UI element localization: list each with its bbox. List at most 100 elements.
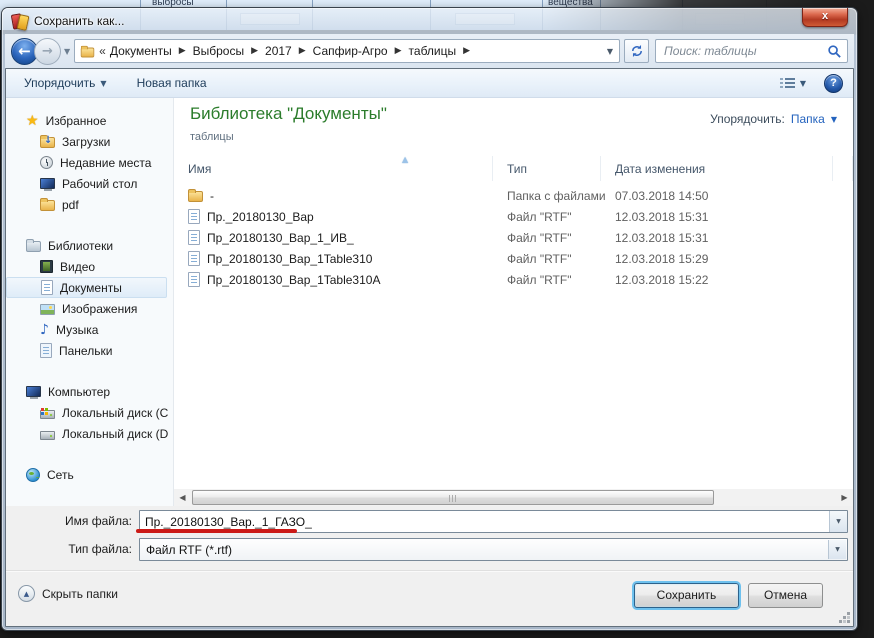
file-row[interactable]: Пр_20180130_Вар_1Table310A Файл "RTF" 12…: [174, 269, 853, 290]
chevron-down-icon: ▼: [831, 115, 837, 124]
title-bar[interactable]: Сохранить как... x: [2, 8, 857, 34]
address-bar[interactable]: « Документы ▶ Выбросы ▶ 2017 ▶ Сапфир-Аг…: [74, 39, 620, 63]
window-title: Сохранить как...: [34, 14, 124, 28]
navigation-bar: ← → ▼ « Документы ▶ Выбросы ▶ 2017 ▶ Сап…: [5, 34, 854, 68]
sidebar-item-documents[interactable]: Документы: [6, 277, 167, 298]
refresh-button[interactable]: [624, 39, 649, 63]
item-label: Локальный диск (D: [62, 427, 168, 441]
command-toolbar: Упорядочить ▼ Новая папка ▼ ?: [6, 69, 853, 98]
history-dropdown-icon[interactable]: ▼: [64, 47, 70, 56]
column-header-name[interactable]: Имя: [174, 156, 493, 181]
address-dropdown-icon[interactable]: ▼: [607, 47, 613, 56]
disk-icon: [40, 431, 55, 440]
cancel-button[interactable]: Отмена: [748, 583, 823, 608]
library-subtitle: таблицы: [190, 131, 234, 143]
filename-dropdown-button[interactable]: [829, 511, 847, 532]
file-row[interactable]: Пр._20180130_Вар Файл "RTF" 12.03.2018 1…: [174, 206, 853, 227]
sidebar-item-pictures[interactable]: Изображения: [6, 298, 173, 319]
help-button[interactable]: ?: [824, 74, 843, 93]
scroll-left-arrow-icon[interactable]: ◀: [174, 489, 191, 506]
forward-button[interactable]: →: [34, 38, 61, 65]
sidebar-item-panels[interactable]: Панельки: [6, 340, 173, 361]
file-type: Файл "RTF": [507, 273, 615, 287]
breadcrumb-item[interactable]: Сапфир-Агро: [313, 44, 388, 58]
sidebar-item-desktop[interactable]: Рабочий стол: [6, 173, 173, 194]
item-label: pdf: [62, 198, 79, 212]
file-name: Пр_20180130_Вар_1Table310: [207, 252, 372, 266]
folder-icon: [81, 47, 95, 57]
close-button[interactable]: x: [802, 8, 848, 27]
sidebar-section-network[interactable]: Сеть: [6, 464, 173, 485]
file-name-section: Имя файла: Тип файла: Файл RTF (*.rtf): [6, 506, 853, 570]
section-label: Компьютер: [48, 385, 110, 399]
star-icon: [26, 113, 39, 129]
breadcrumb-item[interactable]: Выбросы: [193, 44, 244, 58]
save-button[interactable]: Сохранить: [634, 583, 739, 608]
arrange-by-control[interactable]: Упорядочить: Папка ▼: [710, 112, 837, 126]
file-name: Пр_20180130_Вар_1_ИВ_: [207, 231, 354, 245]
scroll-right-arrow-icon[interactable]: ▶: [836, 489, 853, 506]
column-label: Имя: [188, 162, 211, 176]
sidebar-section-favorites[interactable]: Избранное: [6, 110, 173, 131]
column-header-type[interactable]: Тип: [493, 156, 601, 181]
filetype-select[interactable]: Файл RTF (*.rtf): [139, 538, 848, 561]
file-row[interactable]: Пр_20180130_Вар_1Table310 Файл "RTF" 12.…: [174, 248, 853, 269]
chevron-down-icon: ▼: [800, 79, 806, 88]
sidebar-item-recent-places[interactable]: Недавние места: [6, 152, 173, 173]
annotation-red-underline: [136, 529, 297, 533]
column-header-extra[interactable]: [833, 156, 853, 181]
sidebar-section-computer[interactable]: Компьютер: [6, 381, 173, 402]
breadcrumb-item[interactable]: 2017: [265, 44, 292, 58]
dialog-client-area: Упорядочить ▼ Новая папка ▼ ? Избранное: [5, 68, 854, 627]
column-header-date[interactable]: Дата изменения: [601, 156, 833, 181]
sidebar-item-video[interactable]: Видео: [6, 256, 173, 277]
breadcrumb-item[interactable]: таблицы: [409, 44, 457, 58]
item-label: Видео: [60, 260, 95, 274]
breadcrumb-item[interactable]: Документы: [110, 44, 172, 58]
scrollbar-thumb[interactable]: [192, 490, 714, 505]
chevron-right-icon[interactable]: ▶: [179, 46, 186, 56]
file-row[interactable]: - Папка с файлами 07.03.2018 14:50: [174, 185, 853, 206]
chevron-right-icon[interactable]: ▶: [299, 46, 306, 56]
filetype-dropdown-button[interactable]: [828, 540, 846, 559]
sidebar-item-music[interactable]: Музыка: [6, 319, 173, 340]
file-date: 12.03.2018 15:31: [615, 231, 853, 245]
item-label: Рабочий стол: [62, 177, 137, 191]
views-icon: [780, 77, 795, 89]
sidebar-item-local-disk-c[interactable]: Локальный диск (C: [6, 402, 173, 423]
filename-label: Имя файла:: [6, 514, 132, 528]
resize-grip[interactable]: [847, 620, 850, 623]
arrange-value[interactable]: Папка: [791, 112, 825, 126]
file-name: -: [210, 189, 214, 203]
search-icon[interactable]: [827, 44, 842, 59]
sort-ascending-icon[interactable]: ▲: [402, 155, 408, 164]
file-list-pane: Библиотека "Документы" таблицы Упорядочи…: [174, 98, 853, 506]
organize-menu-button[interactable]: Упорядочить ▼: [16, 73, 115, 93]
sidebar-item-downloads[interactable]: Загрузки: [6, 131, 173, 152]
file-type: Папка с файлами: [507, 189, 615, 203]
change-view-button[interactable]: ▼: [772, 74, 814, 92]
scrollbar-track[interactable]: [191, 489, 836, 506]
chevron-right-icon[interactable]: ▶: [395, 46, 402, 56]
file-row[interactable]: Пр_20180130_Вар_1_ИВ_ Файл "RTF" 12.03.2…: [174, 227, 853, 248]
app-icon: [11, 14, 28, 29]
horizontal-scrollbar[interactable]: ◀ ▶: [174, 489, 853, 506]
chevron-right-icon[interactable]: ▶: [463, 46, 470, 56]
file-date: 12.03.2018 15:22: [615, 273, 853, 287]
section-label: Библиотеки: [48, 239, 113, 253]
search-input[interactable]: [662, 42, 822, 60]
sidebar-item-local-disk-d[interactable]: Локальный диск (D: [6, 423, 173, 444]
rtf-file-icon: [188, 209, 200, 224]
search-box[interactable]: [655, 39, 848, 63]
back-arrow-icon: ←: [18, 42, 31, 60]
sidebar-item-pdf[interactable]: pdf: [6, 194, 173, 215]
new-folder-button[interactable]: Новая папка: [129, 73, 215, 93]
video-icon: [40, 260, 53, 273]
sidebar-section-libraries[interactable]: Библиотеки: [6, 235, 173, 256]
chevron-right-icon[interactable]: ▶: [251, 46, 258, 56]
hide-folders-button[interactable]: Скрыть папки: [18, 585, 118, 602]
arrange-label: Упорядочить:: [710, 112, 785, 126]
explorer-content: Избранное Загрузки Недавние места Рабочи…: [6, 98, 853, 506]
breadcrumb-overflow-chevron[interactable]: «: [99, 44, 106, 58]
library-title: Библиотека "Документы": [190, 104, 387, 124]
